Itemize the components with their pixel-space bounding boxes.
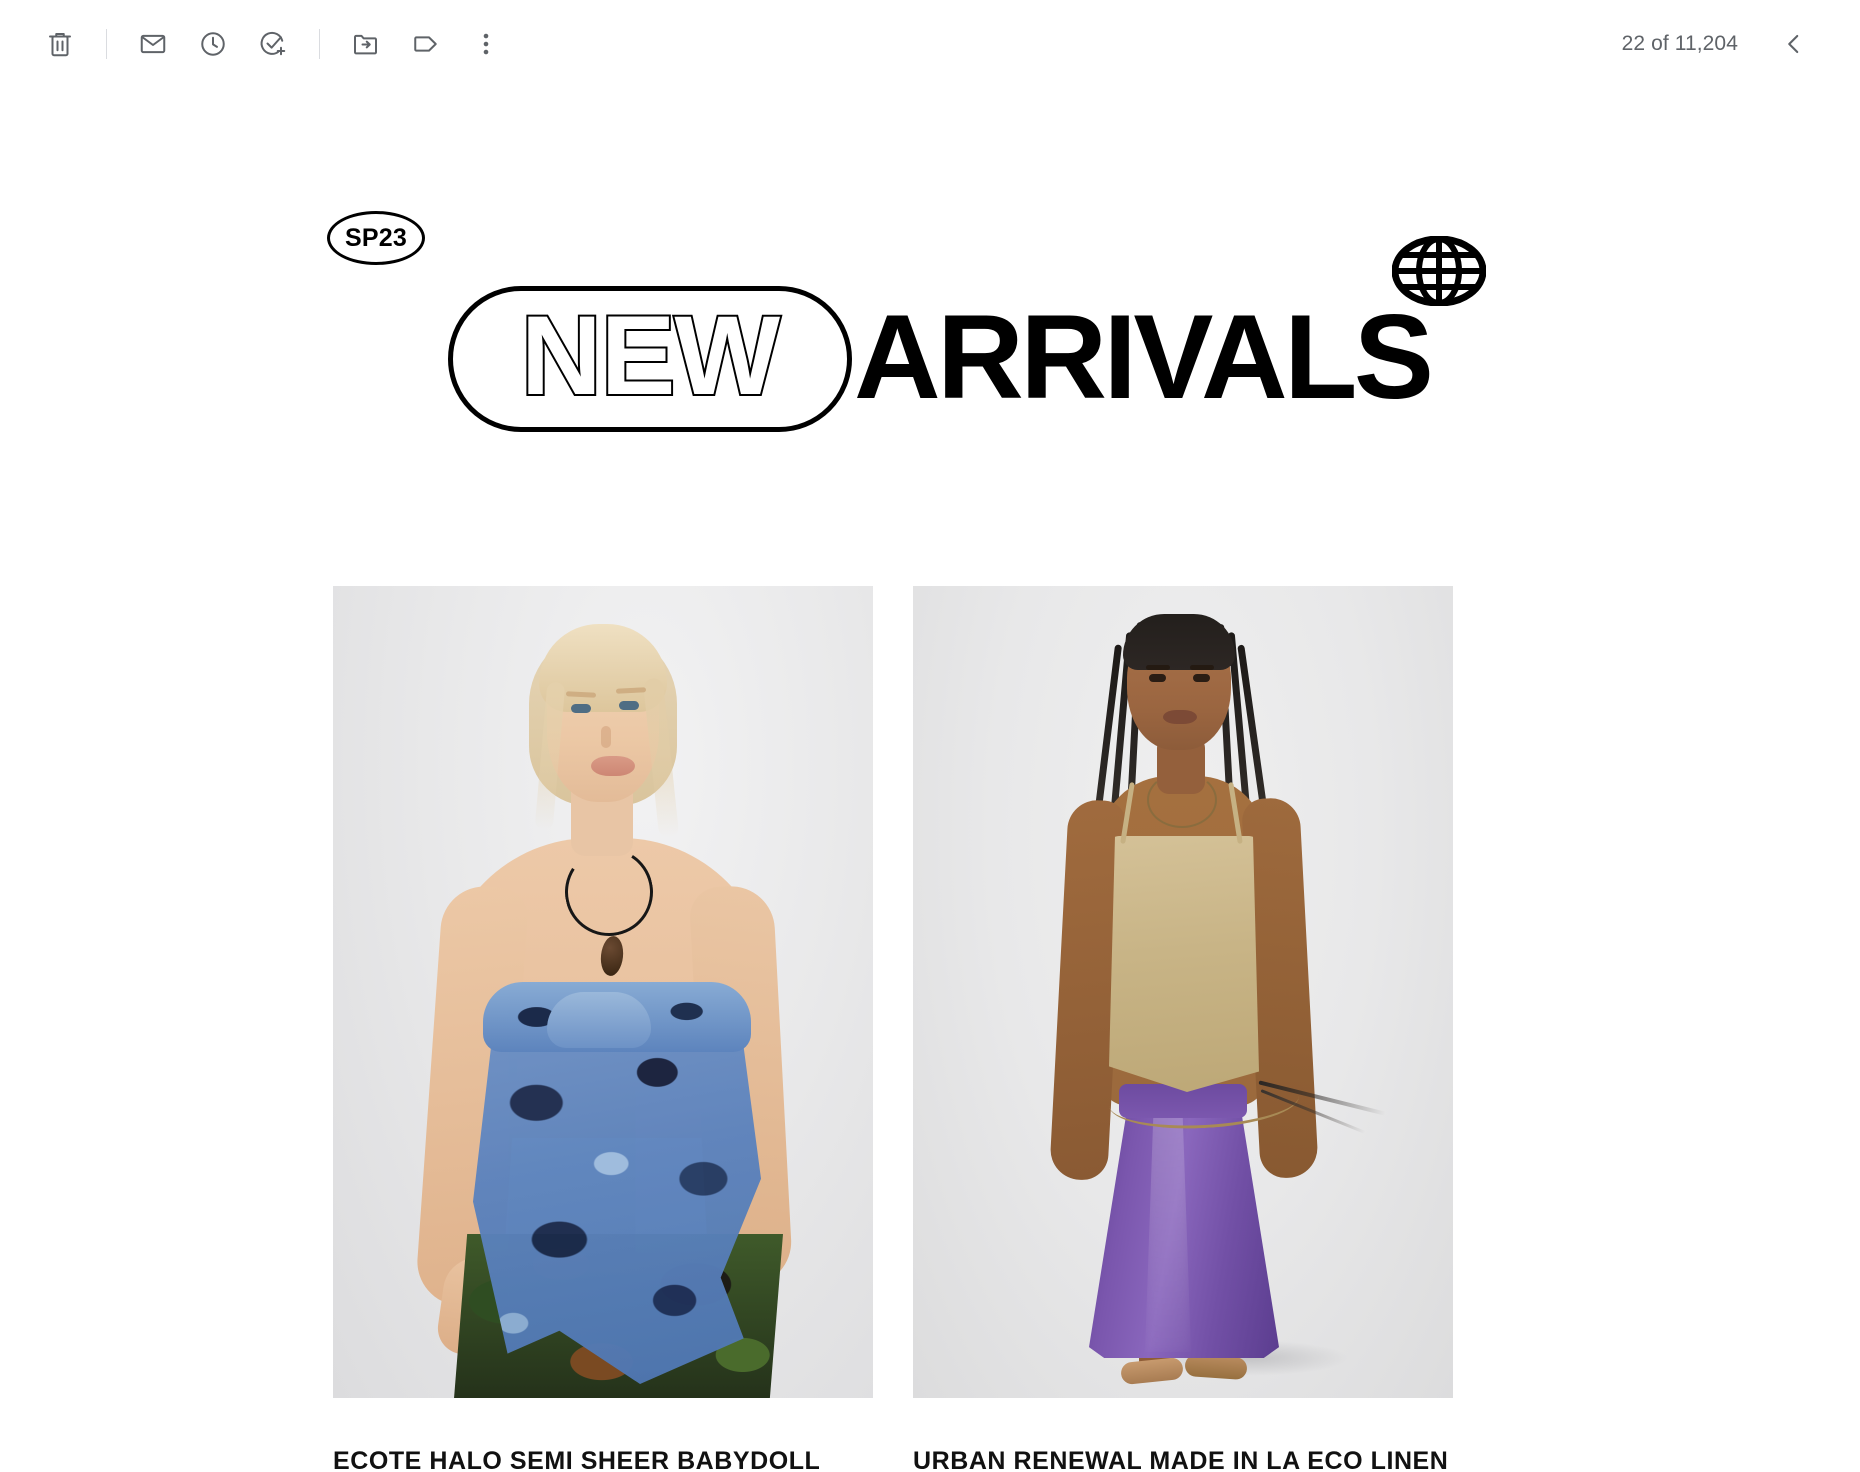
move-to-folder-icon [351,29,381,59]
add-to-tasks-button[interactable] [243,14,303,74]
email-toolbar: 22 of 11,204 [0,0,1860,88]
mark-unread-button[interactable] [123,14,183,74]
headline-new-text: NEW [519,293,782,418]
delete-button[interactable] [30,14,90,74]
chevron-left-icon [1781,31,1807,57]
headline-arrivals-text: ARRIVALS [854,290,1434,424]
pagination-count: 22 of 11,204 [1621,32,1738,55]
mark-unread-icon [138,29,168,59]
email-message-body: SP23 NEW ARRIVALS ECOTE HALO SEMI SHEER … [0,88,1860,1472]
product-name[interactable]: URBAN RENEWAL MADE IN LA ECO LINEN MAXI … [913,1444,1453,1472]
product-card[interactable]: ECOTE HALO SEMI SHEER BABYDOLL TOP [333,586,873,1472]
model-brow-right [1190,665,1214,670]
label-tag-icon [411,29,441,59]
more-options-icon [471,29,501,59]
previous-email-button[interactable] [1764,14,1824,74]
more-options-button[interactable] [456,14,516,74]
labels-button[interactable] [396,14,456,74]
babydoll-bow [547,992,651,1048]
email-hero-header: SP23 NEW ARRIVALS [0,88,1860,488]
model-eye-right [619,701,639,710]
tan-cami-top [1109,836,1259,1092]
season-badge-label: SP23 [345,223,407,252]
toolbar-pagination: 22 of 11,204 [1622,14,1824,74]
necklace [1147,772,1217,828]
product-image[interactable] [333,586,873,1398]
product-grid: ECOTE HALO SEMI SHEER BABYDOLL TOP [333,586,1453,1472]
model-eye-left [571,704,591,713]
clock-icon [198,29,228,59]
move-to-button[interactable] [336,14,396,74]
toolbar-group-primary [30,14,516,74]
product-name[interactable]: ECOTE HALO SEMI SHEER BABYDOLL TOP [333,1444,873,1472]
toolbar-divider-2 [319,29,320,59]
model-nose [601,726,611,748]
toolbar-divider-1 [106,29,107,59]
add-to-tasks-icon [258,29,288,59]
product-card[interactable]: URBAN RENEWAL MADE IN LA ECO LINEN MAXI … [913,586,1453,1472]
model-eye-left [1149,674,1166,682]
model-brow-left [1146,665,1170,670]
product-image[interactable] [913,586,1453,1398]
model-eye-right [1193,674,1210,682]
email-headline: NEW ARRIVALS [448,286,1434,432]
model-hairline [1123,614,1235,670]
season-badge: SP23 [327,211,425,265]
model-lips [591,756,635,776]
blue-babydoll-top [473,1004,761,1384]
delete-icon [45,29,75,59]
snooze-button[interactable] [183,14,243,74]
new-pill-badge: NEW [448,286,852,432]
model-lips [1163,710,1197,724]
